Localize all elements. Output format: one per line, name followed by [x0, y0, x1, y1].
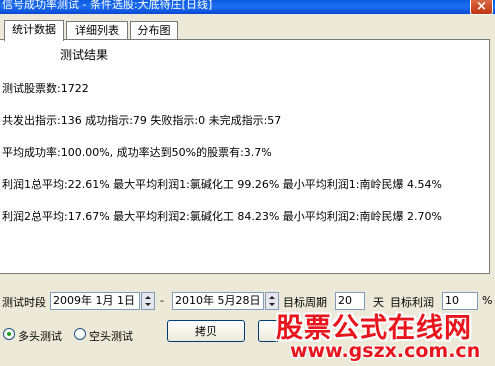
long-test-radio[interactable] — [3, 328, 15, 340]
period-label: 测试时段 — [2, 296, 46, 309]
watermark-url: www.gszx.com.cn — [290, 340, 481, 362]
spin-up-icon — [145, 296, 151, 299]
end-date-field[interactable]: 2010年 5月28日 — [172, 292, 264, 310]
radio-checked-dot — [7, 332, 11, 336]
result-profit1: 利润1总平均:22.61% 最大平均利润1:氯碱化工 99.26% 最小平均利润… — [2, 178, 442, 191]
close-button[interactable]: × — [470, 0, 493, 15]
date-separator: - — [160, 294, 164, 307]
short-test-radio[interactable] — [74, 328, 86, 340]
window-title: 信号成功率测试 - 条件选股:大底待庄[日线] — [2, 0, 213, 11]
spin-down-icon — [145, 303, 151, 306]
results-panel: 测试结果 测试股票数:1722 共发出指示:136 成功指示:79 失败指示:0… — [0, 39, 490, 274]
result-signal-counts: 共发出指示:136 成功指示:79 失败指示:0 未完成指示:57 — [2, 114, 282, 127]
start-date-spinner[interactable] — [141, 292, 155, 310]
percent-unit-label: % — [482, 294, 493, 307]
long-test-label[interactable]: 多头测试 — [18, 328, 62, 344]
result-success-rate: 平均成功率:100.00%, 成功率达到50%的股票有:3.7% — [2, 146, 272, 159]
result-profit2: 利润2总平均:17.67% 最大平均利润2:氯碱化工 84.23% 最小平均利润… — [2, 210, 442, 223]
title-bar: 信号成功率测试 - 条件选股:大底待庄[日线] — [0, 0, 495, 14]
spin-down-icon — [269, 303, 275, 306]
tab-statistics[interactable]: 统计数据 — [4, 20, 64, 41]
spin-up-icon — [269, 296, 275, 299]
short-test-label[interactable]: 空头测试 — [89, 328, 133, 344]
start-date-field[interactable]: 2009年 1月 1日 — [50, 292, 140, 310]
results-heading: 测试结果 — [60, 48, 109, 62]
tab-distribution[interactable]: 分布图 — [130, 21, 178, 40]
copy-button[interactable]: 拷贝 — [167, 320, 245, 342]
tab-detail-list[interactable]: 详细列表 — [66, 21, 128, 40]
result-stock-count: 测试股票数:1722 — [2, 82, 89, 95]
